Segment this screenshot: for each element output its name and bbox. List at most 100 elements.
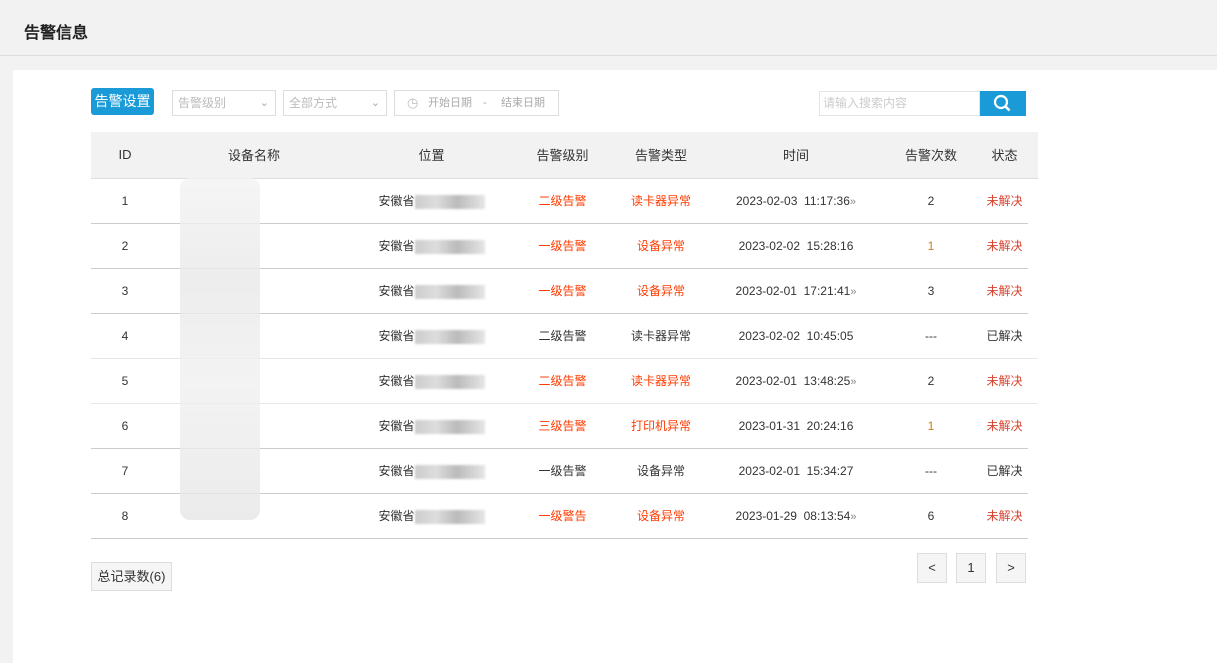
cell-level: 二级告警 [514,178,611,223]
cell-time: 2023-02-01 17:21:41» [711,268,881,313]
cell-level: 一级告警 [514,448,611,493]
cell-location: 安徽省 [349,313,514,358]
column-header: 状态 [981,132,1028,178]
cell-count: --- [881,448,981,493]
cell-count: 1 [881,403,981,448]
table-header-row: ID设备名称位置告警级别告警类型时间告警次数状态 [91,132,1038,178]
row-spacer [1028,223,1038,268]
location-text: 安徽省 [378,419,414,433]
cell-level: 二级告警 [514,313,611,358]
cell-id: 7 [91,448,159,493]
location-text: 安徽省 [378,194,414,208]
cell-type: 设备异常 [611,268,711,313]
expand-icon[interactable]: » [850,286,856,298]
alarm-level-select[interactable]: 告警级别 ⌄ [172,90,276,116]
location-text: 安徽省 [378,329,414,343]
cell-count: 2 [881,178,981,223]
method-select[interactable]: 全部方式 ⌄ [283,90,387,116]
cell-type: 读卡器异常 [611,313,711,358]
cell-id: 3 [91,268,159,313]
column-header: 告警次数 [881,132,981,178]
cell-location: 安徽省 [349,268,514,313]
alarm-settings-button[interactable]: 告警设置 [91,88,154,115]
time-text: 2023-02-03 11:17:36 [736,194,850,208]
clock-icon: ◷ [407,91,418,115]
cell-status: 未解决 [981,223,1028,268]
column-header: 告警类型 [611,132,711,178]
prev-page-button[interactable]: < [917,553,947,583]
cell-type: 打印机异常 [611,403,711,448]
column-header: 时间 [711,132,881,178]
location-text: 安徽省 [378,509,414,523]
cell-level: 三级告警 [514,403,611,448]
total-records-label: 总记录数(6) [91,562,172,591]
cell-id: 6 [91,403,159,448]
location-redacted [415,510,485,524]
cell-level: 一级告警 [514,223,611,268]
time-text: 2023-01-29 08:13:54 [736,509,851,523]
cell-status: 未解决 [981,403,1028,448]
row-spacer [1028,403,1038,448]
cell-location: 安徽省 [349,448,514,493]
location-redacted [415,465,485,479]
cell-location: 安徽省 [349,223,514,268]
row-spacer [1028,448,1038,493]
time-text: 2023-01-31 20:24:16 [739,419,854,433]
header-spacer [1028,132,1038,178]
expand-icon[interactable]: » [850,511,856,523]
row-spacer [1028,313,1038,358]
column-header: ID [91,132,159,178]
cell-level: 一级警告 [514,493,611,538]
next-page-button[interactable]: > [996,553,1026,583]
cell-status: 未解决 [981,268,1028,313]
cell-type: 读卡器异常 [611,358,711,403]
column-header: 告警级别 [514,132,611,178]
cell-count: --- [881,313,981,358]
cell-count: 1 [881,223,981,268]
search-input[interactable]: 请输入搜索内容 [819,91,980,116]
location-redacted [415,420,485,434]
row-spacer [1028,268,1038,313]
time-text: 2023-02-01 17:21:41 [736,284,851,298]
cell-level: 一级告警 [514,268,611,313]
page-1-button[interactable]: 1 [956,553,986,583]
cell-type: 设备异常 [611,448,711,493]
date-range-picker[interactable]: ◷ 开始日期 - 结束日期 [394,90,559,116]
cell-id: 5 [91,358,159,403]
method-select-value: 全部方式 [289,96,337,110]
location-redacted [415,330,485,344]
cell-location: 安徽省 [349,358,514,403]
page-title: 告警信息 [24,19,88,43]
cell-id: 4 [91,313,159,358]
location-text: 安徽省 [378,284,414,298]
chevron-down-icon: ⌄ [371,91,380,115]
cell-time: 2023-01-29 08:13:54» [711,493,881,538]
cell-count: 6 [881,493,981,538]
end-date-input[interactable]: 结束日期 [501,91,545,115]
expand-icon[interactable]: » [850,376,856,388]
location-text: 安徽省 [378,239,414,253]
location-text: 安徽省 [378,374,414,388]
search-button[interactable] [980,91,1026,116]
time-text: 2023-02-01 15:34:27 [739,464,854,478]
expand-icon[interactable]: » [850,196,856,208]
location-text: 安徽省 [378,464,414,478]
cell-level: 二级告警 [514,358,611,403]
page-header: 告警信息 [0,0,1217,56]
cell-id: 1 [91,178,159,223]
cell-time: 2023-01-31 20:24:16 [711,403,881,448]
cell-location: 安徽省 [349,403,514,448]
chevron-down-icon: ⌄ [260,91,269,115]
device-name-redacted [180,178,260,520]
cell-location: 安徽省 [349,493,514,538]
cell-count: 3 [881,268,981,313]
cell-time: 2023-02-01 15:34:27 [711,448,881,493]
cell-count: 2 [881,358,981,403]
date-separator: - [483,91,487,115]
location-redacted [415,375,485,389]
cell-id: 2 [91,223,159,268]
start-date-input[interactable]: 开始日期 [428,91,472,115]
column-header: 设备名称 [159,132,349,178]
location-redacted [415,195,485,209]
alarm-level-select-value: 告警级别 [178,96,226,110]
